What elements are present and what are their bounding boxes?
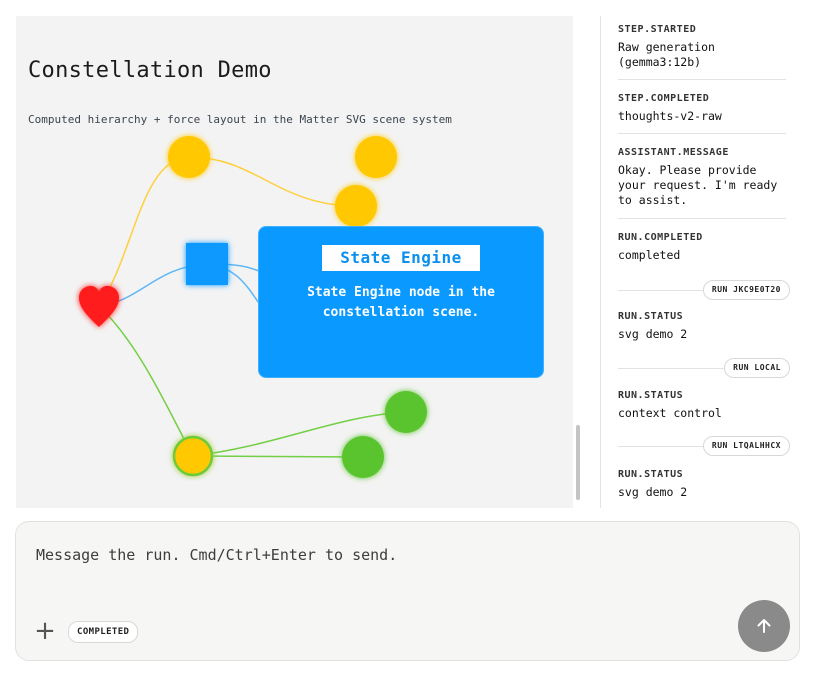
divider: [618, 133, 786, 134]
event-text: svg demo 2: [618, 485, 688, 499]
event-type: STEP.STARTED: [618, 24, 697, 35]
run-badge[interactable]: RUN LTQALHHCX: [702, 436, 790, 456]
message-input[interactable]: [36, 540, 716, 570]
event-type: RUN.STATUS: [618, 469, 684, 480]
status-badge: COMPLETED: [68, 621, 139, 643]
node-state-engine[interactable]: [186, 243, 228, 285]
run-badge[interactable]: RUN LOCAL: [724, 358, 790, 378]
scene-canvas[interactable]: Constellation Demo Computed hierarchy + …: [16, 16, 573, 508]
node-tooltip: State Engine State Engine node in the co…: [258, 226, 544, 378]
node-yellow-top[interactable]: [168, 136, 210, 178]
node-green-top[interactable]: [385, 391, 427, 433]
edge-heart-yellow-bottom: [98, 305, 194, 457]
event-type: RUN.COMPLETED: [618, 232, 703, 243]
event-text: completed: [618, 248, 681, 262]
node-green-bottom[interactable]: [342, 436, 384, 478]
event-item: ASSISTANT.MESSAGE Okay. Please provide y…: [618, 147, 786, 208]
tooltip-title: State Engine: [322, 245, 480, 271]
edge-yellow-top-yellow-mid: [188, 156, 357, 207]
node-yellow-bottom[interactable]: [172, 435, 214, 477]
event-log[interactable]: STEP.STARTED Raw generation (gemma3:12b)…: [600, 16, 814, 508]
event-type: RUN.STATUS: [618, 311, 684, 322]
tooltip-body: State Engine node in the constellation s…: [307, 285, 495, 320]
event-text: Okay. Please provide your request. I'm r…: [618, 163, 778, 207]
page-title: Constellation Demo: [28, 58, 272, 83]
divider: [618, 218, 786, 219]
event-text: svg demo 2: [618, 327, 688, 341]
message-composer: + COMPLETED: [15, 521, 800, 661]
event-type: STEP.COMPLETED: [618, 93, 710, 104]
divider: [618, 79, 786, 80]
node-yellow-mid[interactable]: [335, 185, 377, 227]
run-separator: RUN LTQALHHCX: [618, 436, 790, 456]
page-subtitle: Computed hierarchy + force layout in the…: [28, 113, 452, 126]
run-badge[interactable]: RUN JKC9E0T20: [702, 280, 790, 300]
plus-icon[interactable]: +: [33, 618, 57, 644]
event-type: RUN.STATUS: [618, 390, 684, 401]
event-item: RUN.STATUS svg demo 2: [618, 469, 786, 500]
edge-yellow-bottom-green-bottom: [192, 455, 364, 458]
event-item: RUN.STATUS svg demo 2: [618, 311, 786, 342]
event-item: STEP.COMPLETED thoughts-v2-raw: [618, 93, 786, 124]
canvas-scrollbar[interactable]: [576, 425, 580, 500]
event-item: RUN.STATUS context control: [618, 390, 786, 421]
event-item: RUN.COMPLETED completed: [618, 232, 786, 263]
event-text: Raw generation (gemma3:12b): [618, 40, 715, 69]
run-separator: RUN JKC9E0T20: [618, 280, 790, 300]
node-yellow-top-right[interactable]: [355, 136, 397, 178]
edge-heart-yellow-top: [98, 156, 190, 307]
arrow-up-icon: [757, 619, 771, 633]
event-text: thoughts-v2-raw: [618, 109, 722, 123]
event-type: ASSISTANT.MESSAGE: [618, 147, 729, 158]
run-separator: RUN LOCAL: [618, 358, 790, 378]
event-text: context control: [618, 406, 722, 420]
send-button[interactable]: [738, 600, 790, 652]
event-item: STEP.STARTED Raw generation (gemma3:12b): [618, 24, 786, 70]
